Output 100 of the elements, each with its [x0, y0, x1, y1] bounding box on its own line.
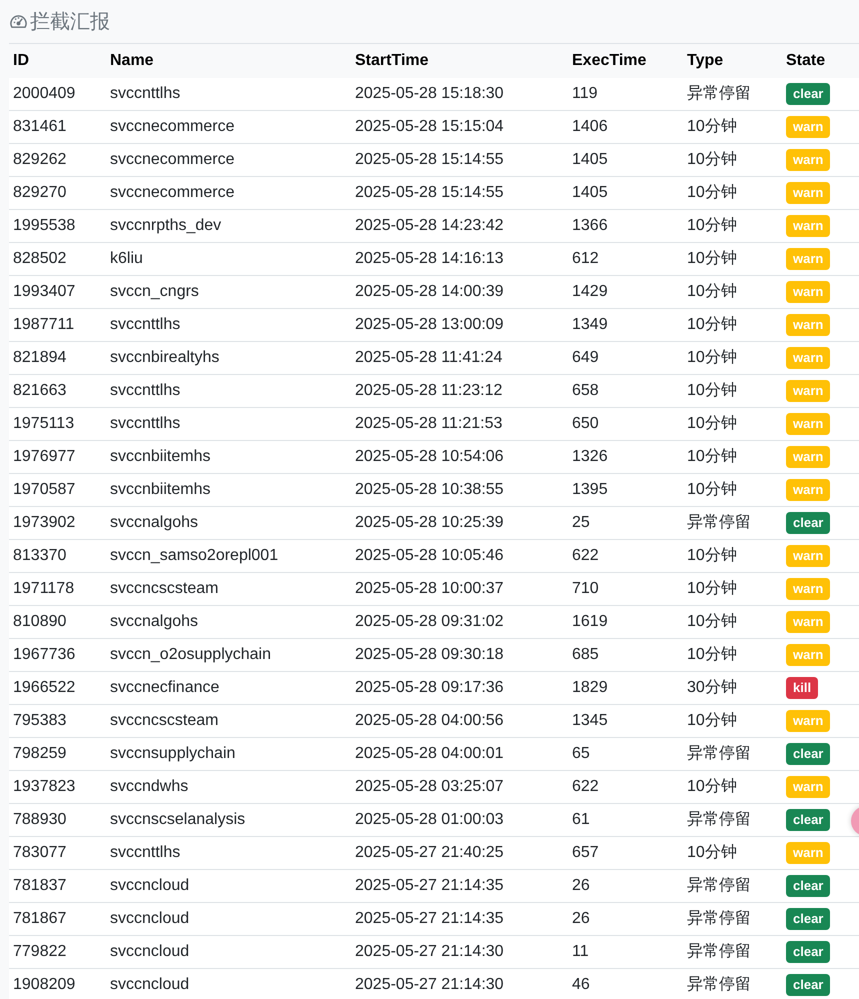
- table-cell: svccnttlhs: [110, 382, 180, 399]
- table-cell: 2025-05-28 11:41:24: [355, 349, 502, 366]
- table-cell: 10分钟: [687, 646, 737, 663]
- state-badge: warn: [786, 578, 830, 600]
- table-cell: svccnrpths_dev: [110, 217, 222, 234]
- column-header: Name: [110, 52, 154, 69]
- table-cell: svccnsupplychain: [110, 745, 236, 762]
- table-cell: 10分钟: [687, 448, 737, 465]
- table-cell: svccnbiitemhs: [110, 481, 210, 498]
- table-cell: 2025-05-27 21:14:30: [355, 943, 504, 960]
- table-cell: 1429: [572, 283, 608, 300]
- table-cell: 1987711: [13, 316, 74, 333]
- state-badge: kill: [786, 677, 818, 699]
- table-cell: 10分钟: [687, 316, 737, 333]
- table-cell: 26: [572, 910, 590, 927]
- table-cell: 10分钟: [687, 415, 737, 432]
- table-cell: 2025-05-28 10:54:06: [355, 448, 504, 465]
- table-cell: 1619: [572, 613, 608, 630]
- table-cell: 25: [572, 514, 590, 531]
- state-badge: warn: [786, 644, 830, 666]
- table-cell: svccnecommerce: [110, 118, 234, 135]
- table-cell: svccnttlhs: [110, 844, 180, 861]
- table-cell: svccncscsteam: [110, 580, 218, 597]
- gauge-icon: [9, 13, 28, 30]
- table-cell: 2025-05-28 14:00:39: [355, 283, 504, 300]
- table-cell: 658: [572, 382, 599, 399]
- table-cell: 1973902: [13, 514, 76, 531]
- table-cell: 788930: [13, 811, 66, 828]
- table-cell: 828502: [13, 250, 66, 267]
- table-cell: 10分钟: [687, 844, 737, 861]
- table-cell: 813370: [13, 547, 66, 564]
- table-cell: 异常停留: [687, 514, 751, 531]
- table-cell: svccn_cngrs: [110, 283, 199, 300]
- table-cell: 1967736: [13, 646, 76, 663]
- table-cell: 2025-05-27 21:14:30: [355, 976, 504, 993]
- state-badge: warn: [786, 776, 830, 798]
- table-cell: 1345: [572, 712, 608, 729]
- table-cell: 119: [572, 85, 598, 102]
- table-cell: 2025-05-28 01:00:03: [355, 811, 504, 828]
- table-cell: 612: [572, 250, 599, 267]
- table-cell: 10分钟: [687, 283, 737, 300]
- table-cell: 831461: [13, 118, 66, 135]
- table-cell: 异常停留: [687, 745, 751, 762]
- table-cell: 2025-05-27 21:14:35: [355, 877, 504, 894]
- table-cell: 10分钟: [687, 778, 737, 795]
- table-cell: 2025-05-28 15:14:55: [355, 151, 504, 168]
- table-cell: 10分钟: [687, 250, 737, 267]
- table-cell: 26: [572, 877, 590, 894]
- table-cell: svccn_o2osupplychain: [110, 646, 271, 663]
- table-cell: 1970587: [13, 481, 76, 498]
- table-cell: 1908209: [13, 976, 76, 993]
- table-cell: 10分钟: [687, 382, 737, 399]
- table-cell: 2025-05-28 04:00:56: [355, 712, 504, 729]
- table-cell: 829270: [13, 184, 66, 201]
- table-cell: k6liu: [110, 250, 143, 267]
- state-badge: warn: [786, 710, 830, 732]
- table-cell: 1405: [572, 151, 608, 168]
- table-cell: 2025-05-28 10:05:46: [355, 547, 504, 564]
- table-cell: 1349: [572, 316, 608, 333]
- table-cell: svccnalgohs: [110, 613, 198, 630]
- table-cell: 1406: [572, 118, 608, 135]
- table-cell: 1993407: [13, 283, 76, 300]
- column-header: Type: [687, 52, 724, 69]
- table-cell: 10分钟: [687, 547, 737, 564]
- table-cell: 781867: [13, 910, 66, 927]
- table-cell: 异常停留: [687, 811, 751, 828]
- table-cell: 异常停留: [687, 877, 751, 894]
- table-cell: 10分钟: [687, 580, 737, 597]
- state-badge: clear: [786, 743, 830, 765]
- table-cell: svccnttlhs: [110, 85, 180, 102]
- table-cell: 657: [572, 844, 599, 861]
- table-cell: svccn_samso2orepl001: [110, 547, 278, 564]
- table-cell: svccncloud: [110, 910, 190, 927]
- state-badge: warn: [786, 446, 830, 468]
- table-cell: 810890: [13, 613, 66, 630]
- table-cell: 650: [572, 415, 599, 432]
- table-cell: 1966522: [13, 679, 76, 696]
- table-cell: 2025-05-28 15:15:04: [355, 118, 504, 135]
- table-cell: svccnscselanalysis: [110, 811, 246, 828]
- table-cell: 46: [572, 976, 590, 993]
- table-cell: 异常停留: [687, 910, 751, 927]
- table-cell: svccnttlhs: [110, 316, 180, 333]
- table-cell: 11: [572, 943, 589, 960]
- state-badge: warn: [786, 314, 830, 336]
- table-cell: 649: [572, 349, 599, 366]
- table-cell: 异常停留: [687, 85, 751, 102]
- state-badge: warn: [786, 842, 830, 864]
- table-cell: 10分钟: [687, 118, 737, 135]
- state-badge: warn: [786, 380, 830, 402]
- page-title: 拦截汇报: [30, 10, 110, 34]
- state-badge: clear: [786, 512, 830, 534]
- table-cell: 1937823: [13, 778, 76, 795]
- table-cell: svccncloud: [110, 976, 190, 993]
- table-cell: 779822: [13, 943, 66, 960]
- state-badge: clear: [786, 974, 830, 996]
- table-cell: 1971178: [13, 580, 74, 597]
- column-header: ID: [13, 52, 29, 69]
- table-cell: 2025-05-28 10:38:55: [355, 481, 504, 498]
- table-cell: svccnalgohs: [110, 514, 198, 531]
- table-cell: 783077: [13, 844, 66, 861]
